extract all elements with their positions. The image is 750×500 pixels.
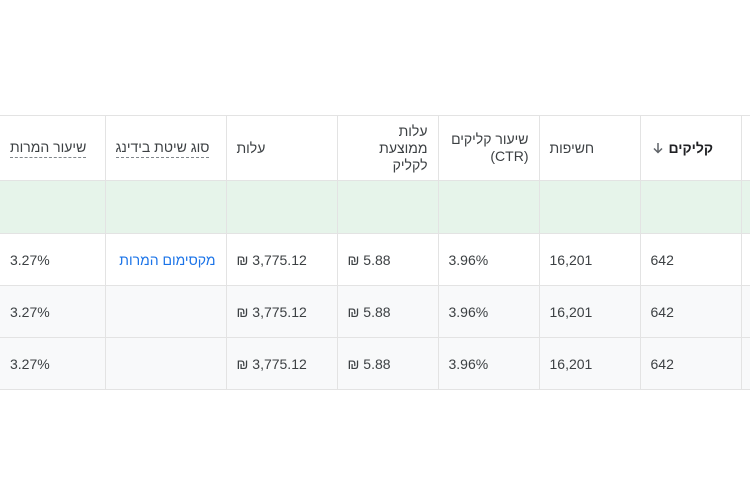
total-cell bbox=[226, 180, 338, 234]
header-clicks-label: קליקים bbox=[668, 139, 714, 156]
header-avg-cpc-label: עלות ממוצעת לקליק bbox=[379, 122, 428, 173]
total-cell bbox=[640, 180, 742, 234]
cell-bid-strategy-type bbox=[105, 285, 227, 338]
header-conversion-rate[interactable]: שיעור המרות bbox=[0, 115, 106, 181]
header-bid-strategy-type[interactable]: סוג שיטת בידינג bbox=[105, 115, 227, 181]
table-row[interactable]: 3.27% ₪ 3,775.12 ₪ 5.88 3.96% 16,201 642 bbox=[0, 337, 750, 390]
campaign-table: שיעור המרות סוג שיטת בידינג עלות עלות ממ… bbox=[0, 115, 750, 390]
cell-conversion-rate: 3.27% bbox=[0, 233, 106, 286]
header-conversion-rate-label: שיעור המרות bbox=[10, 139, 87, 158]
header-clicks[interactable]: קליקים bbox=[640, 115, 742, 181]
cell-conversion-rate: 3.27% bbox=[0, 285, 106, 338]
cell-edge bbox=[741, 233, 750, 286]
table-row[interactable]: 3.27% ₪ 3,775.12 ₪ 5.88 3.96% 16,201 642 bbox=[0, 285, 750, 338]
cell-bid-strategy-type bbox=[105, 337, 227, 390]
total-cell bbox=[539, 180, 641, 234]
cell-cost: ₪ 3,775.12 bbox=[226, 285, 338, 338]
cell-ctr: 3.96% bbox=[438, 337, 540, 390]
cell-impressions: 16,201 bbox=[539, 285, 641, 338]
header-ctr[interactable]: שיעור קליקים (CTR) bbox=[438, 115, 540, 181]
table-row[interactable]: 3.27% מקסימום המרות ₪ 3,775.12 ₪ 5.88 3.… bbox=[0, 233, 750, 286]
header-cost-label: עלות bbox=[236, 139, 266, 156]
header-edge-cell bbox=[741, 115, 750, 181]
table-header-row: שיעור המרות סוג שיטת בידינג עלות עלות ממ… bbox=[0, 115, 750, 181]
arrow-down-icon[interactable] bbox=[651, 141, 665, 155]
total-cell bbox=[0, 180, 106, 234]
cell-ctr: 3.96% bbox=[438, 285, 540, 338]
cell-ctr: 3.96% bbox=[438, 233, 540, 286]
total-row bbox=[0, 180, 750, 234]
cell-avg-cpc: ₪ 5.88 bbox=[337, 285, 439, 338]
cell-conversion-rate: 3.27% bbox=[0, 337, 106, 390]
header-impressions[interactable]: חשיפות bbox=[539, 115, 641, 181]
bid-strategy-link[interactable]: מקסימום המרות bbox=[116, 252, 215, 268]
cell-avg-cpc: ₪ 5.88 bbox=[337, 233, 439, 286]
cell-avg-cpc: ₪ 5.88 bbox=[337, 337, 439, 390]
cell-clicks: 642 bbox=[640, 337, 742, 390]
total-cell bbox=[105, 180, 227, 234]
cell-clicks: 642 bbox=[640, 233, 742, 286]
cell-impressions: 16,201 bbox=[539, 233, 641, 286]
cell-edge bbox=[741, 285, 750, 338]
cell-bid-strategy-type: מקסימום המרות bbox=[105, 233, 227, 286]
header-cost[interactable]: עלות bbox=[226, 115, 338, 181]
cell-edge bbox=[741, 337, 750, 390]
cell-clicks: 642 bbox=[640, 285, 742, 338]
header-bid-strategy-type-label: סוג שיטת בידינג bbox=[115, 139, 210, 158]
total-cell bbox=[438, 180, 540, 234]
total-cell bbox=[337, 180, 439, 234]
header-clicks-wrap: קליקים bbox=[651, 139, 714, 157]
campaign-table-container: שיעור המרות סוג שיטת בידינג עלות עלות ממ… bbox=[0, 115, 750, 390]
total-cell bbox=[741, 180, 750, 234]
header-ctr-label: שיעור קליקים (CTR) bbox=[451, 131, 529, 164]
cell-cost: ₪ 3,775.12 bbox=[226, 337, 338, 390]
header-impressions-label: חשיפות bbox=[549, 139, 595, 156]
cell-cost: ₪ 3,775.12 bbox=[226, 233, 338, 286]
header-avg-cpc[interactable]: עלות ממוצעת לקליק bbox=[337, 115, 439, 181]
cell-impressions: 16,201 bbox=[539, 337, 641, 390]
